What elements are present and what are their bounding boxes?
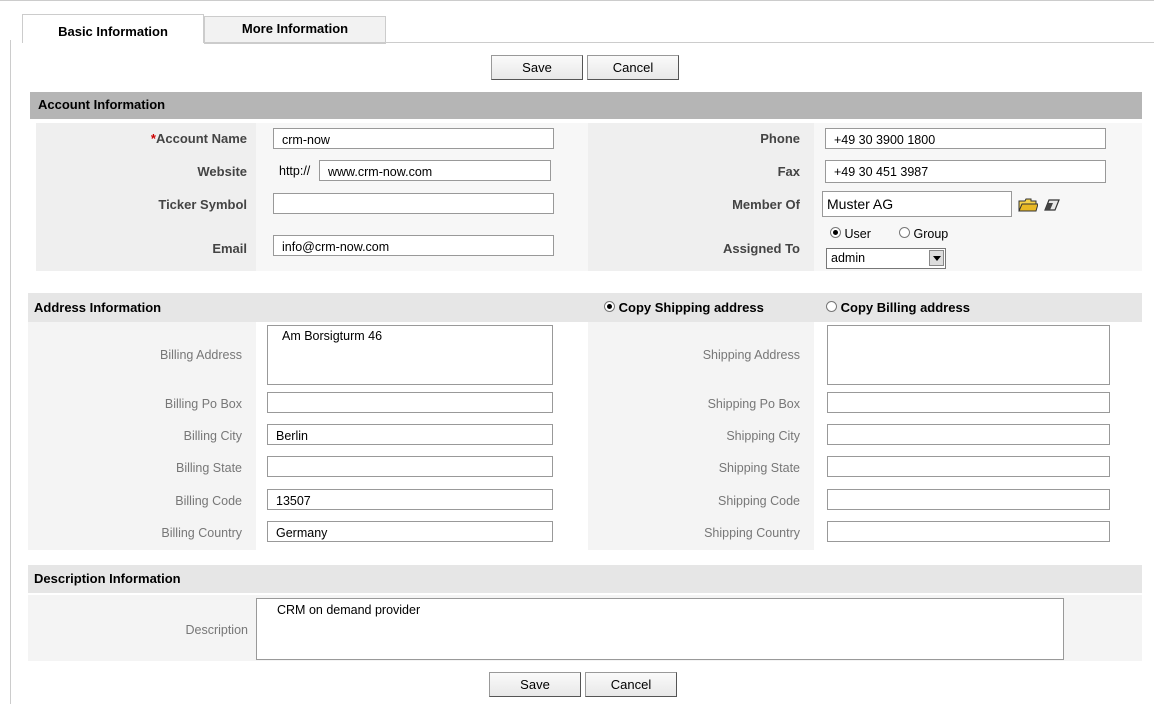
shipping-country-input[interactable] xyxy=(827,521,1110,542)
copy-billing-radio[interactable] xyxy=(826,301,837,312)
assigned-to-label: Assigned To xyxy=(722,241,800,256)
shipping-address-textarea[interactable] xyxy=(827,325,1110,385)
cancel-button-bottom[interactable]: Cancel xyxy=(585,672,677,697)
shipping-address-label: Shipping Address xyxy=(702,348,800,362)
member-of-input[interactable]: Muster AG xyxy=(822,191,1012,217)
shipping-country-label: Shipping Country xyxy=(704,526,800,540)
billing-code-label: Billing Code xyxy=(175,494,242,508)
assigned-to-user-option[interactable]: User xyxy=(830,227,871,241)
tab-divider xyxy=(203,42,1154,43)
billing-state-input[interactable] xyxy=(267,456,553,477)
tab-more-information[interactable]: More Information xyxy=(204,16,386,44)
shipping-code-label: Shipping Code xyxy=(717,494,800,508)
group-radio[interactable] xyxy=(899,227,910,238)
copy-billing-address-option[interactable]: Copy Billing address xyxy=(826,300,970,315)
billing-country-label: Billing Country xyxy=(161,526,242,540)
assigned-to-select[interactable]: admin xyxy=(826,248,946,269)
save-button-bottom[interactable]: Save xyxy=(489,672,581,697)
member-of-label: Member Of xyxy=(732,197,800,212)
account-information-header: Account Information xyxy=(30,92,1142,119)
billing-state-label: Billing State xyxy=(175,461,242,475)
shipping-po-box-label: Shipping Po Box xyxy=(707,397,800,411)
copy-shipping-address-option[interactable]: Copy Shipping address xyxy=(604,300,764,315)
left-border xyxy=(10,40,11,704)
shipping-city-label: Shipping City xyxy=(726,429,800,443)
website-prefix: http:// xyxy=(279,164,311,178)
website-label: Website xyxy=(197,164,247,179)
save-button-top[interactable]: Save xyxy=(491,55,583,80)
address-information-header: Address Information xyxy=(28,293,1142,322)
billing-po-box-label: Billing Po Box xyxy=(164,397,242,411)
phone-label: Phone xyxy=(760,131,800,146)
billing-address-label: Billing Address xyxy=(160,348,242,362)
copy-shipping-radio[interactable] xyxy=(604,301,615,312)
billing-code-input[interactable]: 13507 xyxy=(267,489,553,510)
phone-input[interactable]: +49 30 3900 1800 xyxy=(825,128,1106,149)
fax-label: Fax xyxy=(777,164,800,179)
ticker-symbol-input[interactable] xyxy=(273,193,554,214)
billing-city-input[interactable]: Berlin xyxy=(267,424,553,445)
assigned-to-group-option[interactable]: Group xyxy=(899,227,948,241)
eraser-icon[interactable] xyxy=(1044,199,1060,214)
billing-address-textarea[interactable]: Am Borsigturm 46 xyxy=(267,325,553,385)
cancel-button-top[interactable]: Cancel xyxy=(587,55,679,80)
shipping-state-input[interactable] xyxy=(827,456,1110,477)
top-border xyxy=(0,0,1154,1)
shipping-code-input[interactable] xyxy=(827,489,1110,510)
billing-po-box-input[interactable] xyxy=(267,392,553,413)
folder-icon[interactable] xyxy=(1018,198,1039,215)
fax-input[interactable]: +49 30 451 3987 xyxy=(825,160,1106,183)
account-name-label: *Account Name xyxy=(150,131,247,146)
assigned-to-value: admin xyxy=(831,251,866,265)
description-information-header: Description Information xyxy=(28,565,1142,593)
chevron-down-icon[interactable] xyxy=(929,250,944,266)
account-name-input[interactable]: crm-now xyxy=(273,128,554,149)
website-input[interactable]: www.crm-now.com xyxy=(319,160,551,181)
tab-basic-information[interactable]: Basic Information xyxy=(22,14,204,43)
billing-country-input[interactable]: Germany xyxy=(267,521,553,542)
shipping-po-box-input[interactable] xyxy=(827,392,1110,413)
billing-city-label: Billing City xyxy=(183,429,242,443)
description-textarea[interactable]: CRM on demand provider xyxy=(256,598,1064,660)
shipping-city-input[interactable] xyxy=(827,424,1110,445)
description-label: Description xyxy=(185,623,248,637)
user-radio[interactable] xyxy=(830,227,841,238)
ticker-symbol-label: Ticker Symbol xyxy=(158,197,247,212)
email-label: Email xyxy=(212,241,247,256)
shipping-state-label: Shipping State xyxy=(718,461,800,475)
email-input[interactable]: info@crm-now.com xyxy=(273,235,554,256)
